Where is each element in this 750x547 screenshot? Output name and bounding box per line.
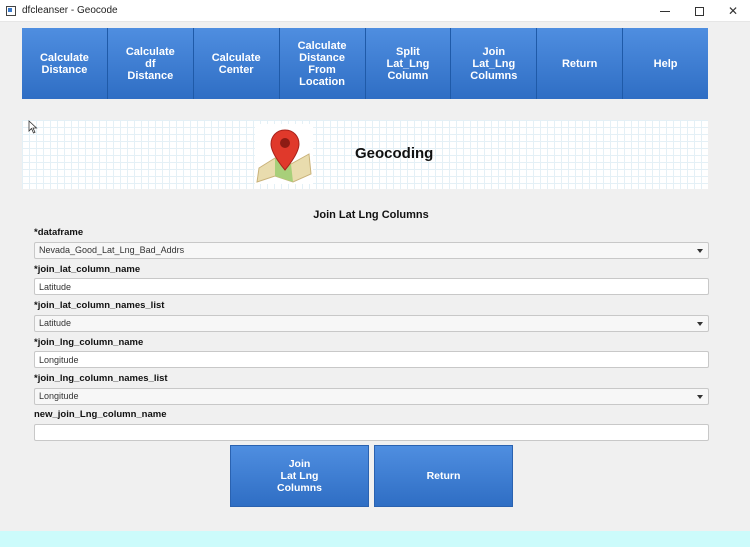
new-join-lng-column-name-label: new_join_Lng_column_name xyxy=(34,409,167,420)
maximize-icon xyxy=(694,6,704,16)
split-lat-lng-column-button[interactable]: Split Lat_Lng Column xyxy=(365,28,452,99)
join-lng-column-names-list-label: *join_lng_column_names_list xyxy=(34,373,168,384)
chevron-down-icon xyxy=(697,395,703,399)
join-lng-column-names-list-value: Longitude xyxy=(39,391,79,401)
maximize-button[interactable] xyxy=(682,0,716,22)
chevron-down-icon xyxy=(697,322,703,326)
calculate-df-distance-button[interactable]: Calculate df Distance xyxy=(107,28,194,99)
join-lat-lng-columns-button[interactable]: Join Lat Lng Columns xyxy=(230,445,369,507)
calculate-distance-from-location-button[interactable]: Calculate Distance From Location xyxy=(279,28,366,99)
join-lat-column-name-input[interactable] xyxy=(34,278,709,295)
return-nav-button[interactable]: Return xyxy=(537,28,624,99)
dataframe-label: *dataframe xyxy=(34,227,84,238)
help-button[interactable]: Help xyxy=(623,28,708,99)
window-title: dfcleanser - Geocode xyxy=(22,5,118,16)
join-lat-lng-columns-nav-button[interactable]: Join Lat_Lng Columns xyxy=(451,28,538,99)
join-lat-column-name-label: *join_lat_column_name xyxy=(34,264,141,275)
form-title: Join Lat Lng Columns xyxy=(313,209,429,221)
close-button[interactable]: ✕ xyxy=(716,0,750,22)
join-lat-column-names-list-select[interactable]: Latitude xyxy=(34,315,709,332)
new-join-lng-column-name-input[interactable] xyxy=(34,424,709,441)
mouse-cursor-icon xyxy=(28,120,38,134)
banner-title: Geocoding xyxy=(355,145,434,162)
window-controls: ✕ xyxy=(648,0,750,22)
return-button[interactable]: Return xyxy=(374,445,513,507)
calculate-distance-button[interactable]: Calculate Distance xyxy=(22,28,108,99)
minimize-icon xyxy=(660,10,670,12)
join-lat-column-names-list-label: *join_lat_column_names_list xyxy=(34,300,165,311)
geocode-nav-bar: Calculate Distance Calculate df Distance… xyxy=(22,28,708,99)
dataframe-select-value: Nevada_Good_Lat_Lng_Bad_Addrs xyxy=(39,245,185,255)
geocoding-banner: Geocoding xyxy=(22,120,708,189)
join-lng-column-name-input[interactable] xyxy=(34,351,709,368)
map-pin-icon xyxy=(255,124,313,184)
dataframe-select[interactable]: Nevada_Good_Lat_Lng_Bad_Addrs xyxy=(34,242,709,259)
join-lat-column-names-list-value: Latitude xyxy=(39,318,72,328)
minimize-button[interactable] xyxy=(648,0,682,22)
close-icon: ✕ xyxy=(727,4,739,18)
app-icon xyxy=(6,5,16,16)
join-lng-column-names-list-select[interactable]: Longitude xyxy=(34,388,709,405)
join-lng-column-name-label: *join_lng_column_name xyxy=(34,337,144,348)
chevron-down-icon xyxy=(697,249,703,253)
title-bar: dfcleanser - Geocode ✕ xyxy=(0,0,750,22)
bottom-status-strip xyxy=(0,531,750,547)
calculate-center-button[interactable]: Calculate Center xyxy=(193,28,280,99)
